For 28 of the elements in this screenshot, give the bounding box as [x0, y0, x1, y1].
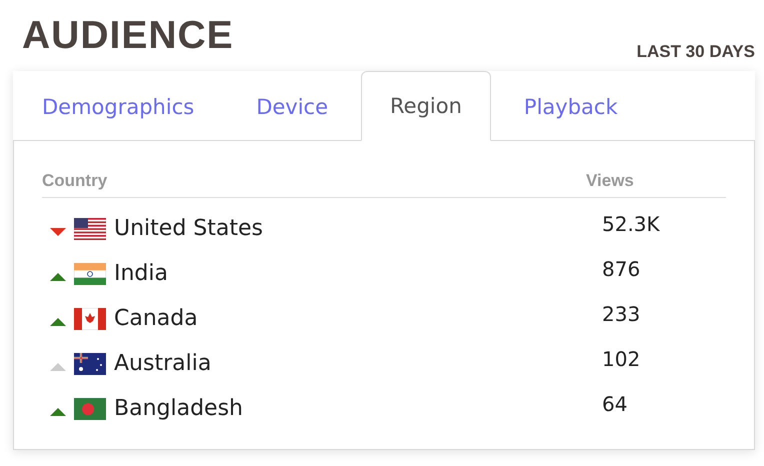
- tab[interactable]: Demographics: [13, 72, 224, 141]
- views-count: 876: [601, 256, 640, 280]
- column-header: Country: [42, 171, 108, 191]
- views-count: 102: [601, 346, 640, 370]
- up-triangle-icon: [50, 318, 66, 326]
- tab[interactable]: Playback: [494, 72, 647, 141]
- up-triangle-icon: [50, 272, 66, 280]
- views-count: 52.3K: [601, 212, 660, 236]
- flag-icon: [74, 398, 106, 420]
- tab[interactable]: Device: [227, 72, 358, 141]
- flag-icon: [74, 262, 106, 284]
- page-title: AUDIENCE: [22, 16, 234, 57]
- column-header: Views: [586, 171, 634, 191]
- country-name: Canada: [114, 306, 198, 331]
- flag-icon: [74, 218, 106, 240]
- flag-icon: [74, 352, 106, 374]
- country-name: Australia: [114, 351, 212, 376]
- views-count: 64: [601, 392, 628, 416]
- views-count: 233: [601, 302, 640, 326]
- down-triangle-icon: [50, 228, 66, 236]
- up-triangle-icon: [50, 362, 66, 370]
- flag-icon: [74, 308, 106, 330]
- up-triangle-icon: [50, 408, 66, 416]
- tab[interactable]: Region: [361, 71, 491, 141]
- country-name: India: [114, 261, 168, 286]
- country-name: Bangladesh: [114, 396, 243, 421]
- period-label: LAST 30 DAYS: [636, 42, 755, 62]
- country-name: United States: [114, 216, 263, 241]
